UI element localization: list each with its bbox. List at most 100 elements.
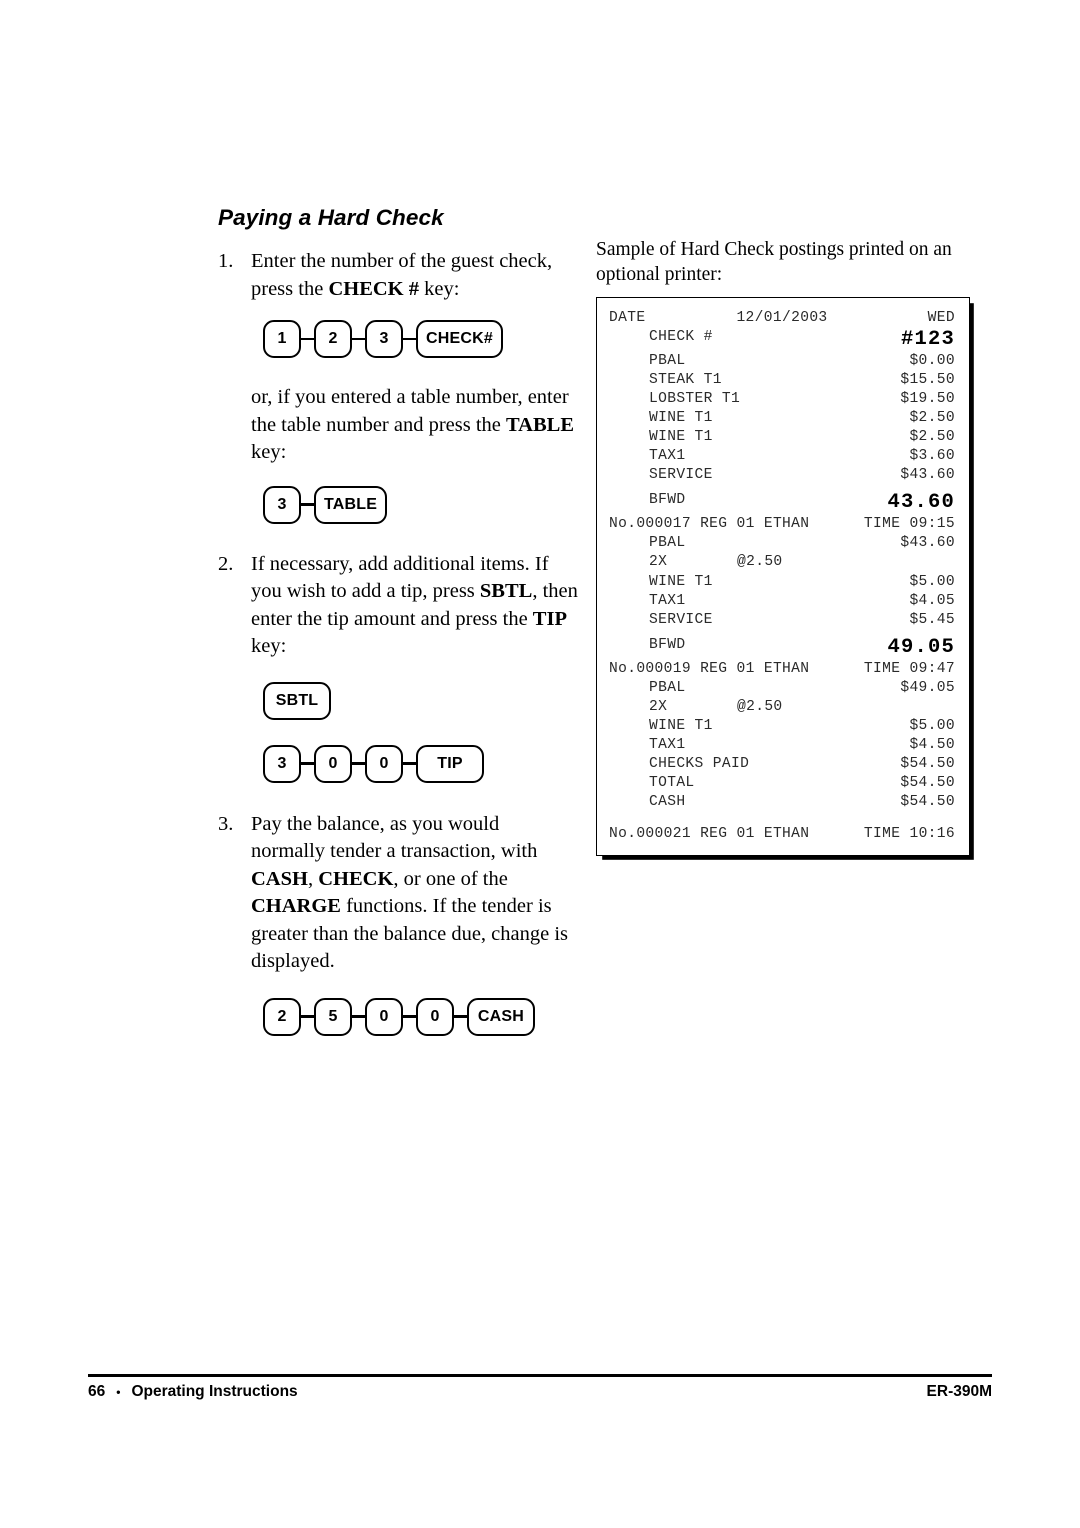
receipt-item-label: SERVICE xyxy=(649,611,713,628)
receipt-item-amount: $5.00 xyxy=(909,717,955,734)
receipt-spacer xyxy=(609,812,955,825)
key-connector xyxy=(301,1015,314,1018)
key-3[interactable]: 3 xyxy=(263,485,301,524)
step-3-keyword-charge: CHARGE xyxy=(251,895,341,917)
key-0[interactable]: 0 xyxy=(365,744,403,783)
step-1-text-c: key: xyxy=(419,277,460,300)
receipt-item-amount: $54.50 xyxy=(900,793,955,810)
receipt-transaction-id: No.000019 REG 01 ETHAN xyxy=(609,660,810,677)
key-connector xyxy=(403,762,416,765)
receipt-item-amount: 49.05 xyxy=(887,635,955,659)
receipt-transaction-id: No.000017 REG 01 ETHAN xyxy=(609,516,810,533)
sample-caption: Sample of Hard Check postings printed on… xyxy=(596,239,952,285)
receipt-item-row: SERVICE $43.60 xyxy=(609,466,955,485)
receipt-transaction-footer: No.000017 REG 01 ETHAN TIME 09:15 xyxy=(609,515,955,534)
key-connector xyxy=(454,1015,467,1018)
receipt-weekday: WED xyxy=(927,310,955,326)
receipt-item-label: WINE T1 xyxy=(649,410,713,427)
key-0[interactable]: 0 xyxy=(365,997,403,1036)
receipt-item-amount: $2.50 xyxy=(909,429,955,446)
receipt-transaction-time: TIME 09:15 xyxy=(863,516,955,533)
receipt-item-row: CASH $54.50 xyxy=(609,793,955,812)
receipt-item-label: TAX1 xyxy=(649,592,686,609)
receipt-item-row: WINE T1 $5.00 xyxy=(609,573,955,592)
step-3-text-e: , or one of the xyxy=(393,867,508,890)
key-tip[interactable]: TIP xyxy=(416,744,484,783)
left-column: Paying a Hard Check 1. Enter the number … xyxy=(218,205,578,1036)
receipt-quantity: 2X xyxy=(649,698,668,715)
receipt-item-label: CHECKS PAID xyxy=(649,755,750,772)
step-3: 3. Pay the balance, as you would normall… xyxy=(218,811,578,976)
receipt-item-row: LOBSTER T1 $19.50 xyxy=(609,390,955,409)
receipt-item-row: TAX1 $4.05 xyxy=(609,592,955,611)
receipt-total-row: BFWD 43.60 xyxy=(609,491,955,515)
step-3-keyword-check: CHECK xyxy=(318,867,394,890)
receipt-date-label: DATE xyxy=(609,310,646,326)
receipt-indent xyxy=(609,698,649,717)
footer-model-label: ER-390M xyxy=(926,1383,992,1400)
key-connector xyxy=(352,762,365,765)
receipt-item-row: CHECKS PAID $54.50 xyxy=(609,755,955,774)
key-cash[interactable]: CASH xyxy=(467,997,535,1036)
key-sbtl[interactable]: SBTL xyxy=(263,681,331,720)
key-2[interactable]: 2 xyxy=(263,997,301,1036)
alt-text-c: key: xyxy=(251,441,287,463)
receipt-item-label: BFWD xyxy=(649,492,686,509)
key-0[interactable]: 0 xyxy=(416,997,454,1036)
receipt-date-value: 12/01/2003 xyxy=(736,310,828,326)
receipt-item-amount: $19.50 xyxy=(900,391,955,408)
key-check-number[interactable]: CHECK# xyxy=(416,320,503,358)
receipt-item-label: TOTAL xyxy=(649,774,695,791)
step-1: 1. Enter the number of the guest check, … xyxy=(218,248,578,303)
footer-section-label: Operating Instructions xyxy=(131,1383,298,1400)
receipt-item-label: TAX1 xyxy=(649,448,686,465)
receipt-item-label: CHECK # xyxy=(649,329,713,346)
alt-instruction-text: or, if you entered a table number, enter… xyxy=(251,384,578,467)
receipt-quantity: 2X xyxy=(649,554,668,571)
step-3-number: 3. xyxy=(218,812,234,835)
receipt-quantity-row: 2X @2.50 xyxy=(609,698,955,717)
document-page: Paying a Hard Check 1. Enter the number … xyxy=(0,0,1080,1528)
receipt-item-row: STEAK T1 $15.50 xyxy=(609,371,955,390)
receipt-item-label: LOBSTER T1 xyxy=(649,391,741,408)
key-2[interactable]: 2 xyxy=(314,320,352,358)
step-2-keyword-tip: TIP xyxy=(532,607,567,630)
step-2-keyword-sbtl: SBTL xyxy=(479,580,533,602)
receipt-item-amount: $0.00 xyxy=(909,353,955,370)
receipt-item-label: TAX1 xyxy=(649,736,686,753)
receipt-total-row: CHECK # #123 xyxy=(609,328,955,352)
keysequence-cash: 2 5 0 0 CASH xyxy=(263,997,578,1036)
right-column: Sample of Hard Check postings printed on… xyxy=(596,237,974,857)
step-3-text: Pay the balance, as you would normally t… xyxy=(251,811,578,976)
key-table[interactable]: TABLE xyxy=(314,485,388,524)
receipt-item-row: PBAL $0.00 xyxy=(609,352,955,371)
receipt-transaction-time: TIME 10:16 xyxy=(863,826,955,843)
receipt-item-label: PBAL xyxy=(649,679,686,696)
key-0[interactable]: 0 xyxy=(314,744,352,783)
step-2: 2. If necessary, add additional items. I… xyxy=(218,551,578,661)
receipt-item-label: PBAL xyxy=(649,535,686,552)
key-connector xyxy=(352,1015,365,1018)
receipt-item-amount: $4.05 xyxy=(909,592,955,609)
receipt-item-label: WINE T1 xyxy=(649,717,713,734)
receipt-item-label: PBAL xyxy=(649,353,686,370)
footer-page-number: 66 xyxy=(88,1383,106,1400)
receipt-item-amount: #123 xyxy=(900,328,955,352)
key-3[interactable]: 3 xyxy=(365,320,403,358)
step-3-text-a: Pay the balance, as you would normally t… xyxy=(251,812,538,863)
key-3[interactable]: 3 xyxy=(263,744,301,783)
receipt-line-list: CHECK # #123 PBAL $0.00 STEAK T1 $15.50 LOBSTE… xyxy=(609,328,955,844)
receipt-item-amount: $5.00 xyxy=(909,573,955,590)
receipt-item-amount: $3.60 xyxy=(909,448,955,465)
receipt-item-amount: $49.05 xyxy=(900,679,955,696)
key-connector xyxy=(301,503,314,506)
receipt-item-label: BFWD xyxy=(649,636,686,653)
alt-keyword-table: TABLE xyxy=(506,413,575,436)
step-2-text: If necessary, add additional items. If y… xyxy=(251,551,578,661)
step-1-keyword-check: CHECK # xyxy=(328,277,419,300)
key-5[interactable]: 5 xyxy=(314,997,352,1036)
key-1[interactable]: 1 xyxy=(263,320,301,358)
step-3-keyword-cash: CASH xyxy=(251,867,308,890)
page-footer: 66 • Operating Instructions ER-390M xyxy=(88,1383,992,1401)
keysequence-sbtl: SBTL xyxy=(263,681,578,720)
